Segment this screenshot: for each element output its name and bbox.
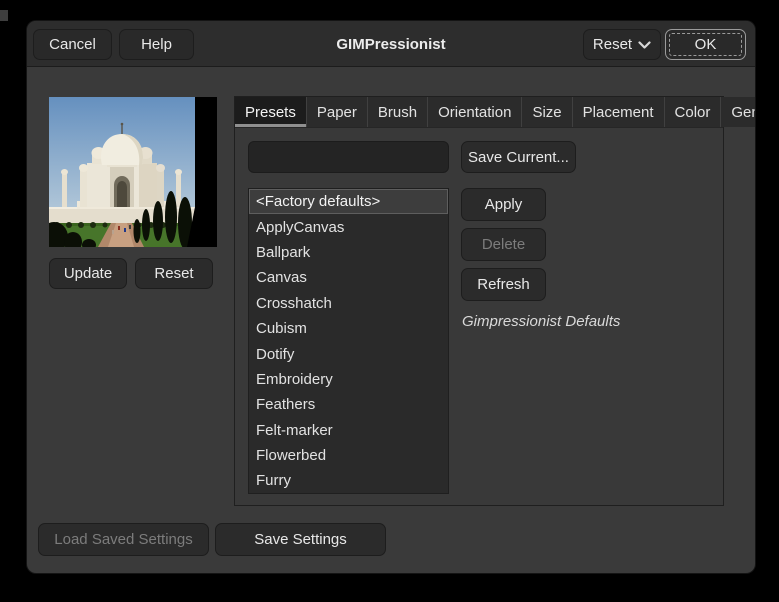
tab[interactable]: Placement [572, 97, 665, 127]
list-item[interactable]: Crosshatch [249, 291, 448, 316]
preset-description: Gimpressionist Defaults [462, 313, 621, 330]
save-current-button[interactable]: Save Current... [461, 141, 576, 173]
apply-button[interactable]: Apply [461, 188, 546, 221]
tab[interactable]: Brush [367, 97, 429, 127]
list-item[interactable]: Canvas [249, 265, 448, 290]
chevron-down-icon [638, 40, 651, 50]
tab[interactable]: Size [522, 97, 573, 127]
list-item[interactable]: ApplyCanvas [249, 214, 448, 239]
preview-image [49, 97, 217, 247]
gimpressionist-dialog: Cancel Help GIMPressionist Reset OK Upda… [27, 21, 755, 573]
settings-notebook: Presets Paper Brush Orientation Size Placemen… [234, 96, 755, 506]
list-item[interactable]: Dotify [249, 341, 448, 366]
list-item[interactable]: Feathers [249, 392, 448, 417]
list-item[interactable]: Ballpark [249, 240, 448, 265]
load-saved-settings-button[interactable]: Load Saved Settings [38, 523, 209, 556]
preview-reset-button[interactable]: Reset [135, 258, 213, 289]
preset-name-input[interactable] [248, 141, 449, 173]
tab-strip: Presets Paper Brush Orientation Size Placemen… [235, 97, 755, 128]
reset-dropdown-button[interactable]: Reset [583, 29, 661, 60]
delete-button[interactable]: Delete [461, 228, 546, 261]
list-item[interactable]: Cubism [249, 316, 448, 341]
update-button[interactable]: Update [49, 258, 127, 289]
help-button[interactable]: Help [119, 29, 194, 60]
background-window-fragment [0, 10, 8, 21]
ok-button[interactable]: OK [665, 29, 746, 60]
tab[interactable]: Paper [306, 97, 368, 127]
tab[interactable]: Orientation [428, 97, 523, 127]
list-item[interactable]: Felt-marker [249, 418, 448, 443]
list-item[interactable]: <Factory defaults> [249, 189, 448, 215]
list-item[interactable]: Furry [249, 468, 448, 493]
tab[interactable]: General [721, 97, 755, 127]
list-item[interactable]: Embroidery [249, 367, 448, 392]
refresh-button[interactable]: Refresh [461, 268, 546, 301]
tab[interactable]: Color [664, 97, 722, 127]
reset-dropdown-label: Reset [592, 36, 633, 53]
headerbar: Cancel Help GIMPressionist Reset OK [27, 21, 755, 67]
tab[interactable]: Presets [235, 97, 307, 127]
preset-list[interactable]: <Factory defaults> ApplyCanvas Ballpark Can… [248, 188, 449, 494]
list-item[interactable]: Flowerbed [249, 443, 448, 468]
cancel-button[interactable]: Cancel [33, 29, 112, 60]
save-settings-button[interactable]: Save Settings [215, 523, 386, 556]
